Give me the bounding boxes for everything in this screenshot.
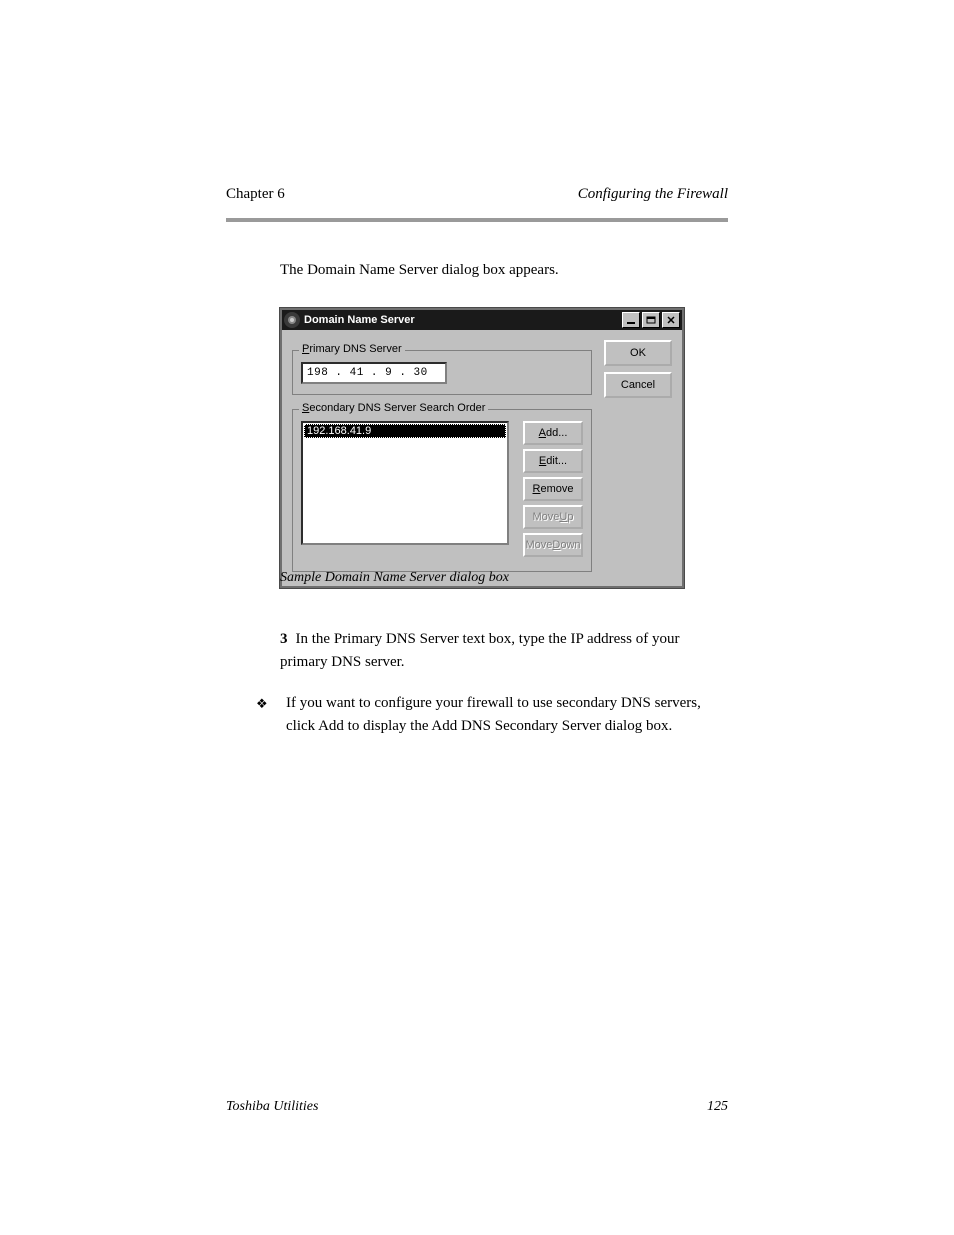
close-button[interactable] [662,312,680,328]
dialog-title: Domain Name Server [304,314,620,326]
diamond-bullet-icon: ❖ [256,694,268,714]
bullet-text: If you want to configure your firewall t… [286,692,728,737]
step-number: 3 [280,631,288,647]
list-item[interactable]: 192.168.41.9 [304,424,506,438]
cancel-button[interactable]: Cancel [604,372,672,398]
app-icon [284,312,300,328]
instruction-text: In the Primary DNS Server text box, type… [280,631,679,670]
maximize-button[interactable] [642,312,660,328]
chapter-label: Chapter 6 [226,186,285,202]
edit-button[interactable]: Edit... [523,449,583,473]
footer-page-number: 125 [707,1099,728,1115]
titlebar[interactable]: Domain Name Server [282,310,682,330]
close-icon [666,316,676,324]
maximize-icon [646,316,656,324]
figure-caption: Sample Domain Name Server dialog box [280,568,728,588]
header-rule [226,218,728,222]
minimize-button[interactable] [622,312,640,328]
primary-dns-input[interactable]: 198 . 41 . 9 . 30 [301,362,447,384]
secondary-dns-legend: Secondary DNS Server Search Order [299,402,488,414]
secondary-dns-group: Secondary DNS Server Search Order 192.16… [292,409,592,572]
move-down-button[interactable]: Move Down [523,533,583,557]
intro-text: The Domain Name Server dialog box appear… [280,260,728,282]
secondary-dns-listbox[interactable]: 192.168.41.9 [301,421,509,545]
primary-dns-group: Primary DNS Server 198 . 41 . 9 . 30 [292,350,592,395]
ok-button[interactable]: OK [604,340,672,366]
remove-button[interactable]: Remove [523,477,583,501]
dns-dialog: Domain Name Server OK Cancel Primary DNS… [280,308,684,588]
primary-dns-legend: Primary DNS Server [299,343,405,355]
add-button[interactable]: Add... [523,421,583,445]
footer-left: Toshiba Utilities [226,1099,318,1115]
move-up-button[interactable]: Move Up [523,505,583,529]
minimize-icon [626,316,636,324]
chapter-title: Configuring the Firewall [578,186,728,203]
